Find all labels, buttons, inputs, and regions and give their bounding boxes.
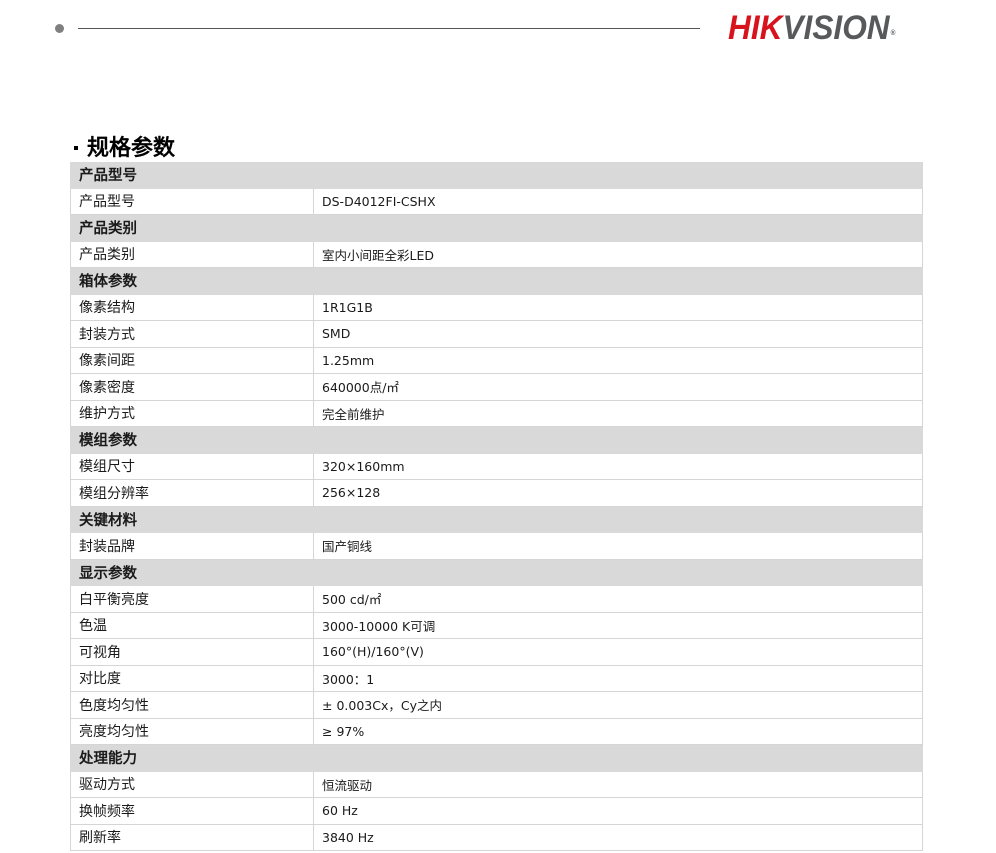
spec-row: 模组分辨率 256×128 <box>70 479 923 507</box>
spec-value: ≥ 97% <box>313 718 923 745</box>
spec-group-heading: 产品类别 <box>70 214 923 242</box>
spec-group-row: 显示参数 <box>70 559 923 586</box>
spec-label: 维护方式 <box>70 400 314 427</box>
spec-row: 可视角 160°(H)/160°(V) <box>70 638 923 666</box>
spec-row: 封装品牌 国产铜线 <box>70 532 923 560</box>
spec-group-heading: 关键材料 <box>70 506 923 533</box>
spec-row: 刷新率 3840 Hz <box>70 824 923 851</box>
spec-row: 像素结构 1R1G1B <box>70 294 923 321</box>
spec-group-row: 产品型号 <box>70 162 923 189</box>
spec-label: 模组尺寸 <box>70 453 314 480</box>
spec-group-heading: 模组参数 <box>70 426 923 454</box>
spec-label: 产品类别 <box>70 241 314 268</box>
spec-group-row: 处理能力 <box>70 744 923 772</box>
registered-mark: ® <box>890 30 896 37</box>
spec-row: 模组尺寸 320×160mm <box>70 453 923 480</box>
spec-label: 像素结构 <box>70 294 314 321</box>
heading-bullet-icon <box>74 146 78 150</box>
spec-value: 1.25mm <box>313 347 923 374</box>
spec-row: 白平衡亮度 500 cd/㎡ <box>70 585 923 613</box>
header-rule <box>78 28 700 29</box>
logo-secondary-text: VISION <box>782 9 890 47</box>
spec-row: 产品型号 DS-D4012FI-CSHX <box>70 188 923 215</box>
spec-row: 维护方式 完全前维护 <box>70 400 923 427</box>
spec-label: 色温 <box>70 612 314 639</box>
spec-value: 60 Hz <box>313 797 923 825</box>
hikvision-logo: HIKVISION® <box>728 8 896 48</box>
spec-group-row: 产品类别 <box>70 214 923 242</box>
spec-label: 驱动方式 <box>70 771 314 798</box>
spec-value: 室内小间距全彩LED <box>313 241 923 268</box>
spec-label: 刷新率 <box>70 824 314 851</box>
spec-group-heading: 箱体参数 <box>70 267 923 295</box>
spec-label: 模组分辨率 <box>70 479 314 507</box>
spec-value: 500 cd/㎡ <box>313 585 923 613</box>
spec-label: 封装方式 <box>70 320 314 348</box>
spec-group-heading: 显示参数 <box>70 559 923 586</box>
section-heading: 规格参数 <box>74 131 175 161</box>
spec-label: 像素密度 <box>70 373 314 401</box>
spec-row: 像素密度 640000点/㎡ <box>70 373 923 401</box>
spec-row: 像素间距 1.25mm <box>70 347 923 374</box>
spec-value: 3000-10000 K可调 <box>313 612 923 639</box>
spec-row: 产品类别 室内小间距全彩LED <box>70 241 923 268</box>
spec-row: 对比度 3000：1 <box>70 665 923 692</box>
spec-value: ± 0.003Cx，Cy之内 <box>313 691 923 719</box>
section-title-text: 规格参数 <box>87 136 176 161</box>
spec-value: 恒流驱动 <box>313 771 923 798</box>
spec-group-heading: 产品型号 <box>70 162 923 189</box>
spec-row: 色度均匀性 ± 0.003Cx，Cy之内 <box>70 691 923 719</box>
spec-label: 对比度 <box>70 665 314 692</box>
spec-label: 像素间距 <box>70 347 314 374</box>
spec-value: 320×160mm <box>313 453 923 480</box>
spec-group-heading: 处理能力 <box>70 744 923 772</box>
spec-value: DS-D4012FI-CSHX <box>313 188 923 215</box>
spec-table-body: 产品型号 产品型号 DS-D4012FI-CSHX 产品类别 产品类别 室内小间距全彩LE… <box>70 162 923 851</box>
spec-value: 1R1G1B <box>313 294 923 321</box>
spec-label: 色度均匀性 <box>70 691 314 719</box>
spec-value: SMD <box>313 320 923 348</box>
logo-primary-text: HIK <box>728 9 783 47</box>
spec-table: 产品型号 产品型号 DS-D4012FI-CSHX 产品类别 产品类别 室内小间距全彩LE… <box>70 162 923 851</box>
spec-value: 640000点/㎡ <box>313 373 923 401</box>
spec-value: 完全前维护 <box>313 400 923 427</box>
spec-label: 亮度均匀性 <box>70 718 314 745</box>
spec-row: 亮度均匀性 ≥ 97% <box>70 718 923 745</box>
spec-value: 3000：1 <box>313 665 923 692</box>
spec-label: 封装品牌 <box>70 532 314 560</box>
spec-group-row: 模组参数 <box>70 426 923 454</box>
header-bullet-dot <box>55 24 64 33</box>
spec-value: 国产铜线 <box>313 532 923 560</box>
spec-value: 256×128 <box>313 479 923 507</box>
spec-group-row: 关键材料 <box>70 506 923 533</box>
spec-label: 白平衡亮度 <box>70 585 314 613</box>
spec-row: 封装方式 SMD <box>70 320 923 348</box>
spec-label: 产品型号 <box>70 188 314 215</box>
spec-group-row: 箱体参数 <box>70 267 923 295</box>
spec-value: 160°(H)/160°(V) <box>313 638 923 666</box>
spec-row: 驱动方式 恒流驱动 <box>70 771 923 798</box>
spec-label: 换帧频率 <box>70 797 314 825</box>
spec-row: 色温 3000-10000 K可调 <box>70 612 923 639</box>
spec-row: 换帧频率 60 Hz <box>70 797 923 825</box>
spec-label: 可视角 <box>70 638 314 666</box>
spec-value: 3840 Hz <box>313 824 923 851</box>
